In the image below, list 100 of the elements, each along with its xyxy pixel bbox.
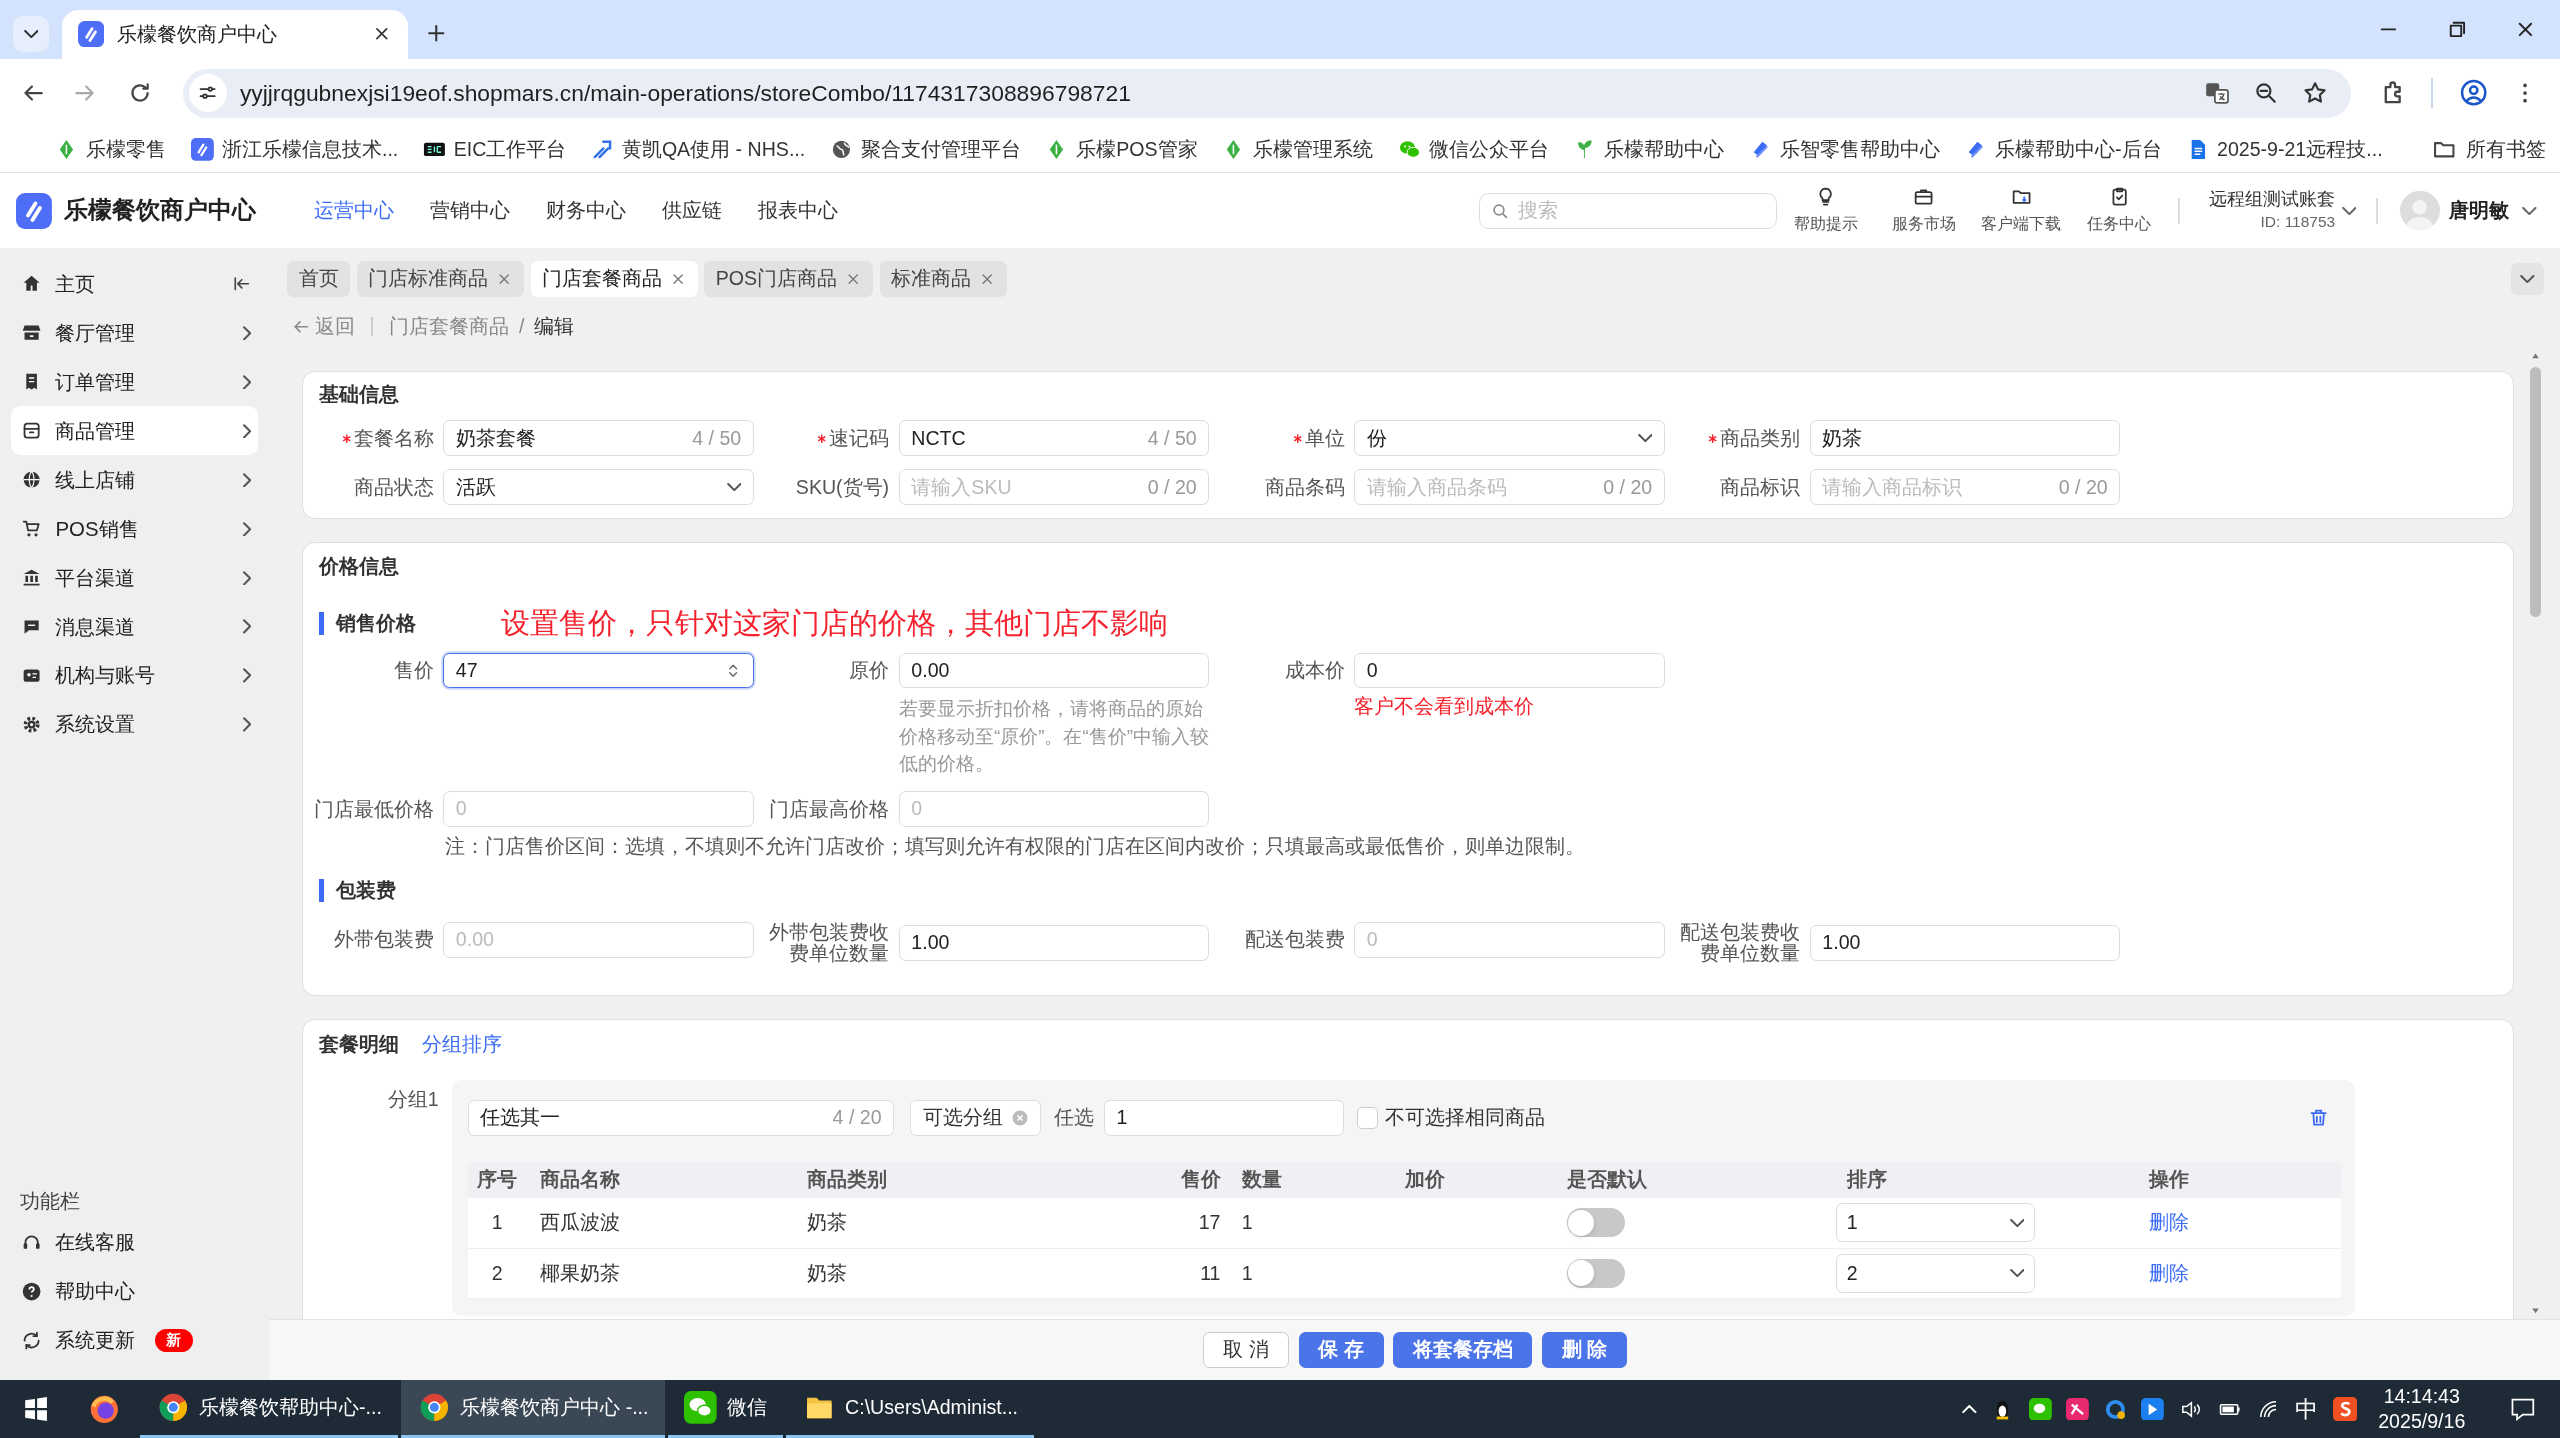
clock[interactable]: 14:14:43 2025/9/16 [2378,1384,2466,1434]
bookmark[interactable]: 乐檬帮助中心 [1573,135,1724,165]
bookmark[interactable]: 2025-9-21远程技... [2186,135,2383,165]
bookmark[interactable]: 微信公众平台 [1397,135,1549,165]
page-tab[interactable]: 门店标准商品 [356,261,524,298]
nav-tab[interactable]: 供应链 [662,195,723,226]
select-field[interactable]: 活跃 [443,469,754,506]
tabs-menu-button[interactable] [2511,262,2544,296]
toolbar-button[interactable]: 客户端下载 [1972,186,2071,236]
sidebar-item[interactable]: 帮助中心 [11,1266,258,1316]
input-field[interactable]: NCTC 4 / 50 [898,420,1210,457]
sort-link[interactable]: 分组排序 [422,1029,503,1060]
toggle-switch[interactable] [1566,1258,1626,1289]
toolbar-button[interactable]: 帮助提示 [1776,186,1875,236]
site-settings-button[interactable] [189,74,227,112]
bookmark[interactable]: 乐檬管理系统 [1222,135,1374,165]
nav-tab[interactable]: 报表中心 [758,195,839,226]
globe-icon [21,469,43,491]
bookmark-folder[interactable]: 所有书签 [2431,135,2546,165]
sidebar-item[interactable]: 线上店铺 [11,455,258,505]
nav-tab[interactable]: 财务中心 [546,195,627,226]
bookmark[interactable]: EIC工作平台 [422,135,567,165]
sidebar-item[interactable]: POS销售 [11,504,258,554]
input-language[interactable]: 中 [2294,1391,2318,1427]
sidebar-item[interactable]: 系统更新 新 [11,1315,258,1365]
scrollbar-thumb[interactable] [2529,367,2542,617]
select-field[interactable]: 份 [1354,420,1665,457]
column-header: 商品名称 [538,1167,621,1193]
taskbar-app[interactable]: 乐檬餐饮商户中心 -... [401,1379,665,1438]
bookmark[interactable]: 黄凯QA使用 - NHS... [590,135,806,165]
input-field[interactable]: 1.00 [1809,925,2121,961]
footer-button[interactable]: 将套餐存档 [1393,1331,1533,1368]
page-tab[interactable]: 门店套餐商品 [530,261,698,298]
chat-icon [684,1391,717,1424]
bookmark[interactable]: 聚合支付管理平台 [829,135,1021,165]
sidebar-item[interactable]: 餐厅管理 [11,308,258,358]
chevron-up-icon[interactable] [1961,1404,1977,1413]
chevron-down-icon [1637,434,1653,443]
chat-icon[interactable] [2028,1397,2052,1421]
windows-icon[interactable] [22,1395,49,1422]
sidebar-item[interactable]: 消息渠道 [11,602,258,652]
select-field[interactable]: 2 [1835,1253,2036,1293]
taskbar-app[interactable]: 微信 [668,1379,784,1438]
input-field[interactable]: 1.00 [898,925,1210,961]
card-title: 套餐明细 [319,1032,400,1058]
app-icon[interactable] [2141,1397,2165,1421]
page-tab[interactable]: POS门店商品 [704,261,873,298]
sidebar-item[interactable]: 主页 [11,259,258,309]
address-bar[interactable]: yyjjrqgubnexjsi19eof.shopmars.cn/main-operations/storeCombo/1174317308896798721 [182,68,2351,118]
app-icon[interactable] [2066,1397,2090,1421]
bookmark[interactable]: 浙江乐檬信息技术... [190,135,399,165]
bookmark[interactable]: 乐智零售帮助中心 [1748,135,1940,165]
input-method-icon[interactable] [2332,1396,2357,1422]
input-field[interactable]: 1 [1104,1100,1345,1136]
page-tab[interactable]: 首页 [287,261,351,298]
field-label: 套餐名称 [353,427,434,449]
bookmark[interactable]: 乐檬帮助中心-后台 [1964,135,2162,165]
profile-icon[interactable] [2458,78,2488,108]
chevron-down-icon[interactable] [2522,206,2538,215]
sidebar-item[interactable]: 系统设置 [11,700,258,750]
sidebar-item[interactable]: 平台渠道 [11,553,258,603]
nav-tab[interactable]: 运营中心 [314,195,395,226]
input-field[interactable]: 0.00 [898,652,1210,689]
select-field[interactable]: 1 [1835,1203,2036,1243]
ring-icon[interactable] [2103,1397,2127,1421]
account-name[interactable]: 远程组测试账套 [2209,187,2336,211]
user-name[interactable]: 唐明敏 [2449,195,2510,226]
delete-link[interactable]: 删除 [2149,1261,2190,1284]
toolbar-button[interactable]: 任务中心 [2070,186,2169,236]
taskbar-app[interactable]: C:\Users\Administ... [786,1379,1035,1438]
toolbar-button[interactable]: 服务市场 [1874,186,1973,236]
input-field[interactable]: 奶茶 [1809,420,2121,457]
sidebar-item[interactable]: 在线客服 [11,1217,258,1267]
footer-button[interactable]: 取 消 [1202,1331,1290,1368]
sidebar-item[interactable]: 商品管理 [11,406,258,456]
column-header: 加价 [1403,1167,1446,1193]
toggle-switch[interactable] [1566,1208,1626,1238]
app-logo-icon [16,192,53,229]
field-label: 商品标识 [1720,476,1801,498]
browser-tab[interactable]: 乐檬餐饮商户中心 [62,9,409,59]
field-label: 配送包装费收费单位数量 [1679,921,1801,965]
sidebar-item[interactable]: 机构与账号 [11,651,258,701]
tab-search-button[interactable] [13,16,49,53]
translate-icon[interactable] [2204,80,2231,107]
number-field[interactable]: 47 [443,652,754,689]
bookmark[interactable]: 乐檬POS管家 [1045,135,1198,165]
checkbox[interactable] [1357,1107,1379,1129]
tag-chip[interactable]: 可选分组 [910,1100,1042,1136]
bookmark[interactable]: 乐檬零售 [55,135,167,165]
input-field[interactable]: 奶茶套餐 4 / 50 [443,420,754,457]
sidebar-item[interactable]: 订单管理 [11,357,258,407]
delete-link[interactable]: 删除 [2149,1211,2190,1234]
taskbar-app[interactable]: 乐檬餐饮帮助中心-... [140,1379,399,1438]
footer-button[interactable]: 保 存 [1298,1331,1384,1368]
footer-button[interactable]: 删 除 [1542,1331,1627,1368]
input-field[interactable]: 0 [1354,652,1665,689]
nav-tab[interactable]: 营销中心 [430,195,511,226]
page-tab[interactable]: 标准商品 [879,261,1007,298]
input-field[interactable]: 任选其一 4 / 20 [467,1100,894,1136]
chevron-down-icon[interactable] [2341,206,2357,215]
